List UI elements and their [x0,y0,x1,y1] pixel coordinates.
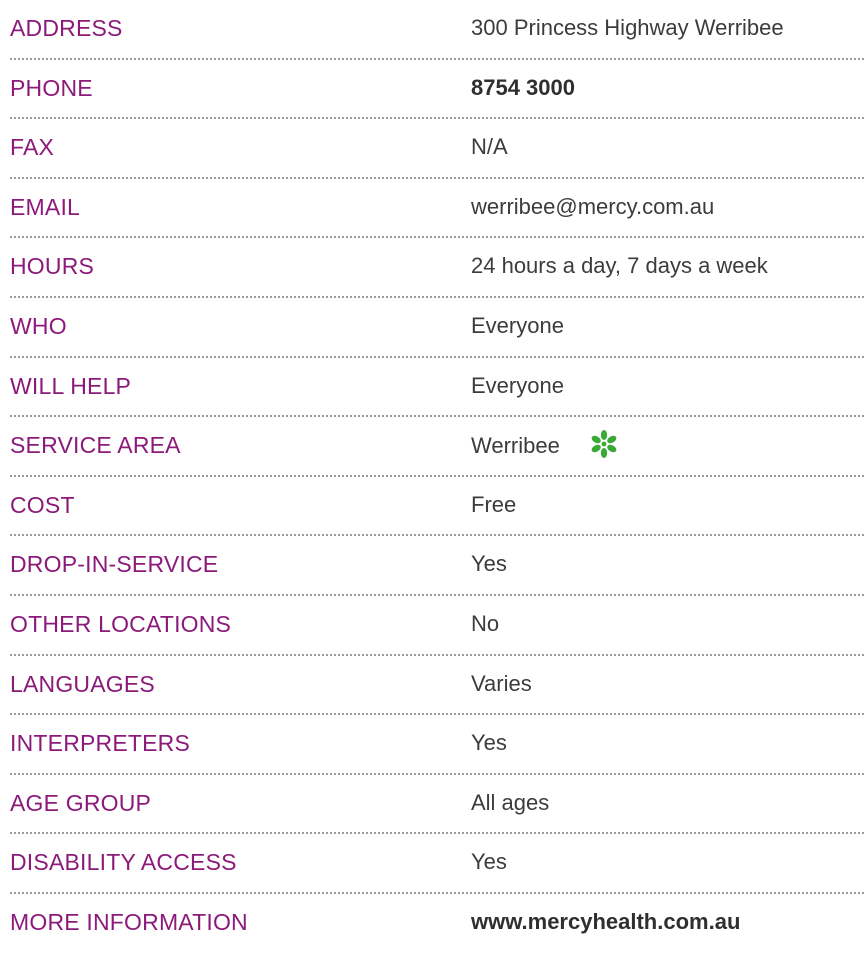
row-label: ADDRESS [10,15,123,41]
info-row-who: WHO Everyone [10,298,864,358]
email-link[interactable]: werribee@mercy.com.au [471,194,714,220]
row-value: Yes [471,730,507,756]
row-label: WHO [10,312,67,339]
row-label: AGE GROUP [10,789,152,816]
row-label: WILL HELP [10,372,132,399]
row-value: Free [471,491,517,517]
row-value: Yes [471,849,507,875]
website-link[interactable]: www.mercyhealth.com.au [471,909,740,935]
row-label: OTHER LOCATIONS [10,610,232,637]
row-label: PHONE [10,74,93,101]
row-value: Everyone [471,312,564,338]
row-label: COST [10,491,75,518]
info-row-languages: LANGUAGES Varies [10,656,864,716]
info-row-email: EMAIL werribee@mercy.com.au [10,179,864,239]
info-row-service-area: SERVICE AREA Werribee [10,417,864,477]
info-row-disability-access: DISABILITY ACCESS Yes [10,834,864,894]
row-value: Yes [471,551,507,577]
row-label: EMAIL [10,193,81,220]
row-value-with-icon: Werribee [471,430,622,462]
info-row-drop-in-service: DROP-IN-SERVICE Yes [10,536,864,596]
row-value: All ages [471,789,550,815]
info-row-phone: PHONE 8754 3000 [10,60,864,120]
row-label: INTERPRETERS [10,730,191,757]
info-row-address: ADDRESS 300 Princess Highway Werribee [10,0,864,60]
service-info-table: ADDRESS 300 Princess Highway Werribee PH… [10,0,864,954]
row-label: LANGUAGES [10,670,155,697]
row-value: No [471,610,500,636]
info-row-other-locations: OTHER LOCATIONS No [10,596,864,656]
row-label: SERVICE AREA [10,432,181,459]
row-value: Werribee [471,432,560,458]
info-row-hours: HOURS 24 hours a day, 7 days a week [10,238,864,298]
row-value: N/A [471,134,508,160]
row-value: Varies [471,670,532,696]
row-value: 300 Princess Highway Werribee [471,15,784,40]
info-row-more-information: MORE INFORMATION www.mercyhealth.com.au [10,894,864,954]
info-row-fax: FAX N/A [10,119,864,179]
info-row-cost: COST Free [10,477,864,537]
row-label: FAX [10,134,55,161]
info-row-will-help: WILL HELP Everyone [10,358,864,418]
row-label: DROP-IN-SERVICE [10,551,219,578]
phone-number[interactable]: 8754 3000 [471,75,575,101]
row-label: HOURS [10,253,95,280]
row-label: DISABILITY ACCESS [10,849,237,876]
row-label: MORE INFORMATION [10,908,248,935]
green-flower-icon [591,430,617,459]
info-row-interpreters: INTERPRETERS Yes [10,715,864,775]
info-row-age-group: AGE GROUP All ages [10,775,864,835]
row-value: 24 hours a day, 7 days a week [471,253,768,279]
row-value: Everyone [471,372,564,398]
